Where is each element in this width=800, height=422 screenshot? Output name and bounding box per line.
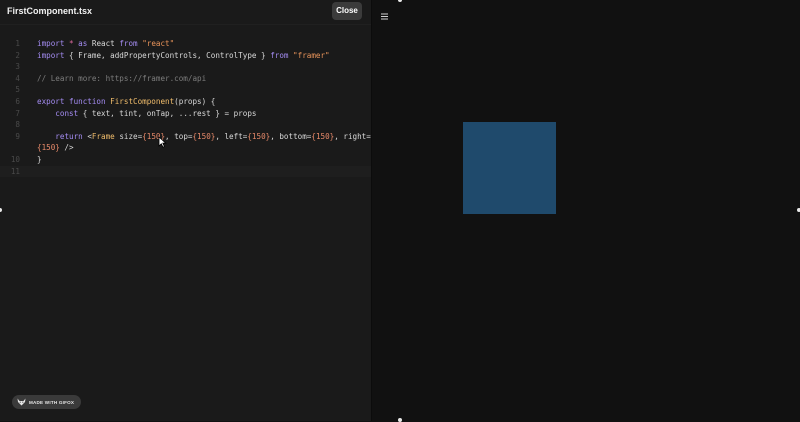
preview-panel xyxy=(372,5,800,421)
code-token: as xyxy=(78,39,92,48)
mouse-cursor-icon xyxy=(158,136,167,148)
line-text: const { text, tint, onTap, ...rest } = p… xyxy=(37,108,256,120)
code-token: } xyxy=(37,154,42,164)
code-token: { text, tint, onTap, ...rest } = props xyxy=(82,108,257,118)
code-token: {150} xyxy=(37,143,60,153)
code-line: 11 xyxy=(0,165,371,178)
code-token: FirstComponent xyxy=(110,96,175,106)
line-number: 5 xyxy=(15,85,20,95)
line-number: 1 xyxy=(15,39,20,48)
gifox-badge[interactable]: MADE WITH GIFOX xyxy=(12,395,82,409)
line-text: return <Frame size={150}, top={150}, lef… xyxy=(37,131,371,143)
code-token: /> xyxy=(59,143,74,153)
line-number: 8 xyxy=(15,120,20,130)
code-line: 8 xyxy=(0,119,371,131)
resize-handle-top[interactable] xyxy=(398,0,402,2)
code-token: , bottom= xyxy=(270,131,312,141)
code-token: from xyxy=(270,50,294,60)
code-token: , right= xyxy=(334,131,371,141)
code-token: , left= xyxy=(215,131,248,141)
code-area[interactable]: 1 import * as React from "react" 2 import {… xyxy=(0,38,371,178)
gifox-label: MADE WITH GIFOX xyxy=(29,399,75,405)
hamburger-menu-icon[interactable] xyxy=(381,13,388,20)
code-line: 2 import { Frame, addPropertyControls, Co… xyxy=(0,50,371,62)
editor-titlebar: FirstComponent.tsx Close xyxy=(0,0,371,25)
line-text: export function FirstComponent(props) { xyxy=(37,96,215,108)
line-text: // Learn more: https://framer.com/api xyxy=(37,73,206,85)
code-token: const xyxy=(55,108,83,118)
code-token: from xyxy=(119,39,143,48)
code-token: {150} xyxy=(247,131,271,141)
code-line: 9 return <Frame size={150}, top={150}, l… xyxy=(0,131,371,143)
code-line: 6 export function FirstComponent(props) { xyxy=(0,96,371,108)
code-token: import xyxy=(37,50,70,60)
code-line: 5 xyxy=(0,84,371,96)
line-text: import { Frame, addPropertyControls, Con… xyxy=(37,50,330,62)
code-editor-panel: FirstComponent.tsx Close 1 import * as Re… xyxy=(0,0,372,421)
code-token: React xyxy=(91,39,120,48)
code-line: 4 // Learn more: https://framer.com/api xyxy=(0,73,371,85)
line-number: 6 xyxy=(15,96,20,106)
fox-logo-icon xyxy=(17,398,26,406)
line-number: 4 xyxy=(15,73,20,83)
code-token: (props) { xyxy=(174,96,216,106)
code-line: 10} xyxy=(0,154,371,166)
resize-handle-bottom[interactable] xyxy=(398,418,402,422)
code-line: 7 const { text, tint, onTap, ...rest } =… xyxy=(0,108,371,120)
code-token: export function xyxy=(37,96,111,106)
line-text: {150} /> xyxy=(37,142,74,154)
line-number: 9 xyxy=(15,131,20,141)
code-token: , top= xyxy=(165,131,193,141)
code-token: "framer" xyxy=(293,50,330,60)
line-number: 3 xyxy=(15,62,20,72)
line-number: 2 xyxy=(15,50,20,60)
code-token: return xyxy=(55,131,88,141)
code-token: // Learn more: https://framer.com/api xyxy=(37,73,207,83)
code-line: {150} /> xyxy=(0,142,371,154)
code-line: 1 import * as React from "react" xyxy=(0,38,371,50)
code-token: size= xyxy=(119,131,143,141)
code-token: { Frame, addPropertyControls, ControlTyp… xyxy=(69,50,271,60)
code-token: {150} xyxy=(192,131,216,141)
code-token: import xyxy=(37,39,70,48)
code-token: {150} xyxy=(311,131,335,141)
code-line: 3 xyxy=(0,61,371,73)
file-title: FirstComponent.tsx xyxy=(7,6,93,16)
line-number: 7 xyxy=(15,108,20,118)
code-token: "react" xyxy=(142,39,175,48)
preview-frame[interactable] xyxy=(463,122,556,214)
line-text: import * as React from "react" xyxy=(37,38,174,50)
line-number: 10 xyxy=(10,154,20,164)
code-token: * xyxy=(69,39,79,48)
code-token: Frame xyxy=(91,131,120,141)
line-number: 11 xyxy=(10,166,20,176)
close-button[interactable]: Close xyxy=(332,2,362,20)
line-text: } xyxy=(37,154,42,166)
